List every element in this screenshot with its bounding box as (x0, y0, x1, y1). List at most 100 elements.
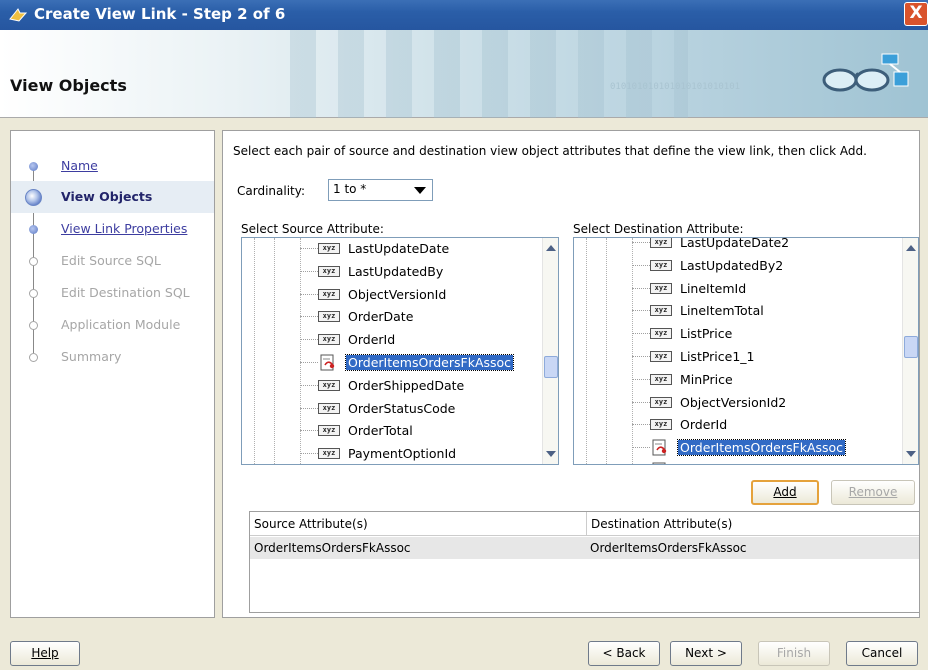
xyz-attribute-icon: xyz (318, 243, 340, 254)
step-label: Summary (61, 349, 122, 364)
destination-scrollbar[interactable] (902, 238, 918, 464)
next-button-label: Next > (685, 646, 727, 660)
xyz-attribute-icon: xyz (318, 425, 340, 437)
main-panel: Select each pair of source and destinati… (222, 130, 920, 618)
cardinality-value: 1 to * (333, 182, 367, 196)
list-item[interactable]: xyz LastUpdatedBy2 (574, 255, 874, 277)
list-item[interactable]: xyz LastUpdateDate (242, 238, 542, 260)
list-item-label: MinPrice (680, 371, 733, 387)
list-item-label: OrderItemsOrdersFkAssoc (344, 354, 515, 371)
back-button[interactable]: < Back (588, 641, 660, 666)
xyz-attribute-icon: xyz (650, 419, 672, 431)
finish-button-label: Finish (776, 646, 812, 660)
list-item[interactable]: xyz OrderTotal (242, 420, 542, 442)
list-item-label: OrderStorageProductsFkAssoc (678, 463, 871, 464)
list-item-label: OrderId (348, 332, 396, 348)
list-item[interactable]: xyz LastUpdatedBy (242, 261, 542, 283)
list-item[interactable]: xyz ObjectVersionId (242, 284, 542, 306)
view-objects-icon (822, 53, 909, 92)
xyz-attribute-icon: xyz (650, 328, 672, 340)
xyz-attribute-icon: xyz (318, 402, 340, 414)
remove-button[interactable]: Remove (831, 480, 915, 505)
xyz-attribute-icon: xyz (650, 282, 672, 294)
next-button[interactable]: Next > (670, 641, 742, 666)
close-icon[interactable]: X (904, 2, 928, 26)
window-title-bar: Create View Link - Step 2 of 6 X (0, 0, 928, 30)
list-item[interactable]: xyz ListPrice (574, 323, 874, 345)
xyz-attribute-icon: xyz (650, 396, 672, 408)
list-item[interactable]: OrderItemsOrdersFkAssoc (574, 437, 874, 459)
xyz-attribute-icon: xyz (650, 305, 672, 317)
tree-connector (632, 424, 650, 426)
cancel-button[interactable]: Cancel (846, 641, 918, 666)
step-view-link-properties[interactable]: View Link Properties (11, 213, 214, 245)
scroll-thumb[interactable] (544, 356, 558, 378)
list-item[interactable]: OrderStorageProductsFkAssoc (574, 460, 874, 464)
scroll-thumb[interactable] (904, 336, 918, 358)
list-item-label: ObjectVersionId2 (680, 394, 787, 410)
association-icon (652, 462, 666, 464)
step-label: View Link Properties (61, 221, 188, 236)
list-item-label: OrderShippedDate (348, 377, 465, 393)
tree-connector (632, 333, 650, 335)
tree-connector (632, 378, 650, 380)
table-header-destination: Destination Attribute(s) (586, 512, 919, 536)
step-view-objects[interactable]: View Objects (11, 181, 214, 213)
cardinality-dropdown[interactable]: 1 to * (328, 179, 433, 201)
list-item[interactable]: xyz LineItemId (574, 278, 874, 300)
source-attribute-tree[interactable]: xyz LastUpdateDate xyz LastUpdatedBy xyz Obje… (241, 237, 559, 465)
step-done-icon (29, 162, 38, 171)
tree-connector (300, 384, 318, 386)
scroll-down-icon[interactable] (546, 451, 556, 457)
list-item[interactable]: xyz OrderId (574, 414, 874, 436)
source-attribute-label: Select Source Attribute: (241, 222, 384, 236)
scroll-up-icon[interactable] (546, 245, 556, 251)
scroll-up-icon[interactable] (906, 245, 916, 251)
list-item[interactable]: xyz OrderShippedDate (242, 375, 542, 397)
scroll-down-icon[interactable] (906, 451, 916, 457)
tree-connector (300, 362, 318, 363)
list-item-label: ListPrice (680, 326, 733, 342)
table-cell-source: OrderItemsOrdersFkAssoc (254, 541, 411, 555)
table-row[interactable]: OrderItemsOrdersFkAssoc OrderItemsOrders… (250, 537, 919, 559)
attribute-pairs-table: Source Attribute(s) Destination Attribut… (249, 511, 920, 613)
xyz-attribute-icon: xyz (318, 311, 340, 323)
list-item[interactable]: xyz ObjectVersionId2 (574, 392, 874, 414)
wizard-app-icon (9, 8, 28, 22)
step-summary: Summary (11, 341, 214, 373)
list-item[interactable]: OrderItemsOrdersFkAssoc (242, 352, 542, 374)
tree-connector (300, 293, 318, 295)
list-item-label: LastUpdateDate (348, 241, 450, 256)
step-label: Name (61, 158, 98, 173)
step-label: Edit Source SQL (61, 253, 161, 268)
step-name[interactable]: Name (11, 150, 214, 182)
add-button[interactable]: Add (751, 480, 819, 505)
add-button-label: Add (773, 485, 797, 499)
source-scrollbar[interactable] (542, 238, 558, 464)
table-cell-destination: OrderItemsOrdersFkAssoc (590, 541, 747, 555)
list-item-label: OrderDate (348, 309, 414, 325)
chevron-down-icon[interactable] (414, 187, 426, 194)
destination-attribute-tree[interactable]: xyz LastUpdateDate2 xyz LastUpdatedBy2 xyz Li… (573, 237, 919, 465)
list-item-label: LastUpdateDate2 (680, 237, 790, 250)
list-item[interactable]: xyz LastUpdateDate2 (574, 237, 874, 254)
list-item-label: LastUpdatedBy2 (680, 257, 784, 273)
list-item-label: LineItemTotal (680, 303, 764, 319)
list-item[interactable]: xyz OrderId (242, 329, 542, 351)
list-item[interactable]: xyz LineItemTotal (574, 300, 874, 322)
list-item[interactable]: xyz ListPrice1_1 (574, 346, 874, 368)
finish-button[interactable]: Finish (758, 641, 830, 666)
tree-connector (632, 310, 650, 312)
list-item-label: OrderTotal (348, 423, 413, 439)
tree-connector (632, 356, 650, 357)
list-item[interactable]: xyz PaymentOptionId (242, 443, 542, 464)
step-label: View Objects (61, 189, 153, 204)
xyz-attribute-icon: xyz (318, 334, 340, 346)
list-item[interactable]: xyz OrderStatusCode (242, 398, 542, 420)
list-item[interactable]: xyz OrderDate (242, 306, 542, 328)
xyz-attribute-icon: xyz (318, 288, 340, 300)
list-item[interactable]: xyz MinPrice (574, 369, 874, 391)
step-application-module: Application Module (11, 309, 214, 341)
help-button[interactable]: Help (10, 641, 80, 666)
xyz-attribute-icon: xyz (318, 379, 340, 391)
